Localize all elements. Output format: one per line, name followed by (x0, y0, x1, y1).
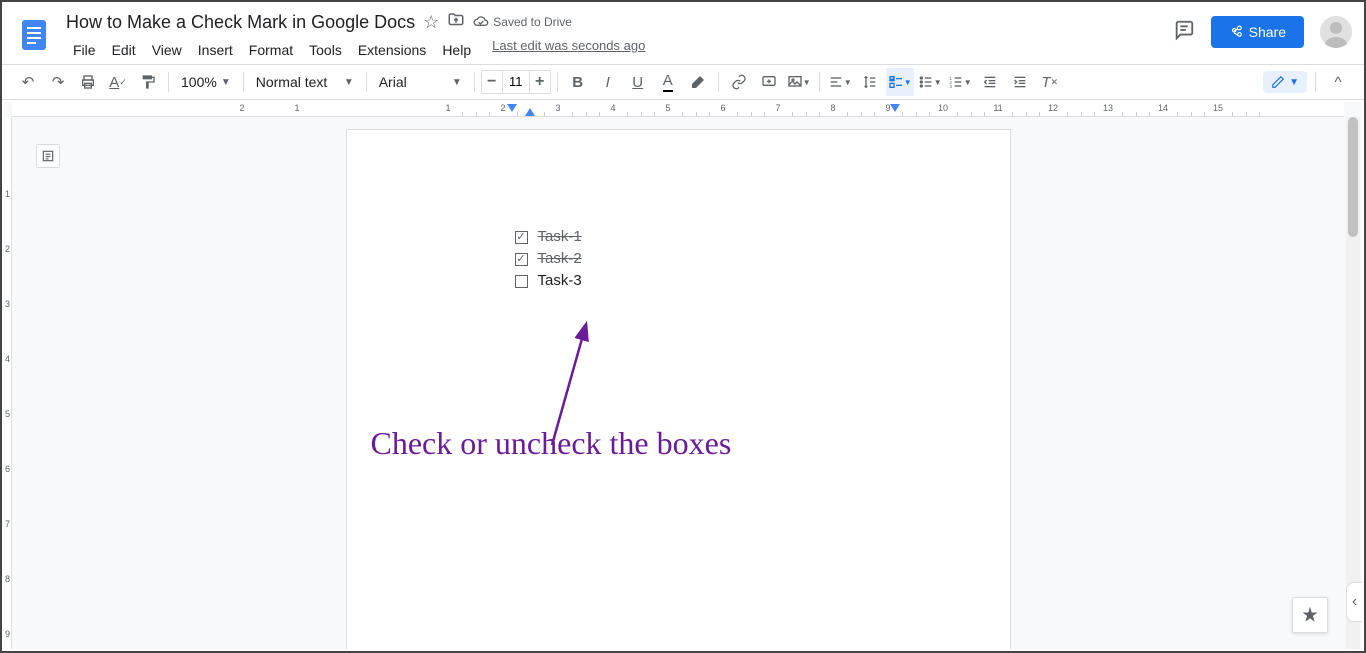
indent-decrease-button[interactable] (976, 68, 1004, 96)
font-size-value[interactable]: 11 (502, 71, 530, 93)
clear-format-button[interactable]: T✕ (1036, 68, 1064, 96)
share-button[interactable]: Share (1211, 16, 1304, 48)
checklist-button[interactable]: ▼ (886, 68, 914, 96)
menu-edit[interactable]: Edit (105, 38, 143, 62)
move-folder-icon[interactable] (447, 11, 465, 34)
docs-logo-icon[interactable] (14, 8, 54, 62)
task-row: Task-1 (515, 226, 914, 248)
highlight-button[interactable] (684, 68, 712, 96)
italic-button[interactable]: I (594, 68, 622, 96)
menu-view[interactable]: View (145, 38, 189, 62)
font-select[interactable]: Arial▼ (373, 68, 468, 96)
line-spacing-button[interactable] (856, 68, 884, 96)
insert-image-button[interactable]: ▼ (785, 68, 813, 96)
side-panel-toggle[interactable]: ‹ (1346, 582, 1362, 622)
zoom-select[interactable]: 100%▼ (175, 68, 237, 96)
bold-button[interactable]: B (564, 68, 592, 96)
document-page[interactable]: Task-1Task-2Task-3 Check or uncheck the … (346, 129, 1011, 649)
toolbar: ↶ ↷ A✓ 100%▼ Normal text▼ Arial▼ − 11 + … (2, 64, 1364, 100)
menu-help[interactable]: Help (435, 38, 478, 62)
underline-button[interactable]: U (624, 68, 652, 96)
checkbox-icon[interactable] (515, 253, 528, 266)
text-color-button[interactable]: A (654, 68, 682, 96)
numbered-list-button[interactable]: 123▼ (946, 68, 974, 96)
page-area[interactable]: Task-1Task-2Task-3 Check or uncheck the … (12, 117, 1344, 649)
save-status-text: Saved to Drive (493, 15, 572, 29)
annotation-text: Check or uncheck the boxes (371, 425, 732, 462)
explore-button[interactable] (1292, 597, 1328, 633)
star-icon[interactable]: ☆ (423, 12, 439, 33)
menu-extensions[interactable]: Extensions (351, 38, 433, 62)
checkbox-icon[interactable] (515, 231, 528, 244)
font-size-control: − 11 + (481, 70, 551, 94)
indent-increase-button[interactable] (1006, 68, 1034, 96)
vertical-scrollbar[interactable] (1346, 117, 1360, 649)
menu-bar: FileEditViewInsertFormatToolsExtensionsH… (66, 38, 1173, 62)
horizontal-ruler[interactable]: 21123456789101112131415 (12, 102, 1344, 117)
comments-icon[interactable] (1173, 19, 1195, 46)
editing-mode-button[interactable]: ▼ (1263, 71, 1307, 93)
vertical-ruler[interactable]: 123456789 (4, 117, 12, 649)
workspace: 21123456789101112131415 123456789 Task-1… (4, 102, 1362, 649)
menu-file[interactable]: File (66, 38, 103, 62)
menu-format[interactable]: Format (242, 38, 300, 62)
align-button[interactable]: ▼ (826, 68, 854, 96)
add-comment-button[interactable] (755, 68, 783, 96)
font-size-decrease[interactable]: − (482, 73, 502, 91)
svg-text:3: 3 (949, 84, 952, 89)
print-button[interactable] (74, 68, 102, 96)
paint-format-button[interactable] (134, 68, 162, 96)
task-label[interactable]: Task-1 (538, 226, 582, 248)
bullet-list-button[interactable]: ▼ (916, 68, 944, 96)
hide-menus-button[interactable]: ^ (1324, 68, 1352, 96)
task-label[interactable]: Task-3 (538, 270, 582, 292)
spellcheck-button[interactable]: A✓ (104, 68, 132, 96)
account-avatar[interactable] (1320, 16, 1352, 48)
styles-select[interactable]: Normal text▼ (250, 68, 360, 96)
menu-tools[interactable]: Tools (302, 38, 349, 62)
undo-button[interactable]: ↶ (14, 68, 42, 96)
task-row: Task-2 (515, 248, 914, 270)
checkbox-icon[interactable] (515, 275, 528, 288)
last-edit-link[interactable]: Last edit was seconds ago (492, 38, 645, 62)
font-size-increase[interactable]: + (530, 73, 550, 91)
redo-button[interactable]: ↷ (44, 68, 72, 96)
scrollbar-thumb[interactable] (1348, 117, 1358, 237)
checklist: Task-1Task-2Task-3 (515, 226, 914, 292)
task-row: Task-3 (515, 270, 914, 292)
insert-link-button[interactable] (725, 68, 753, 96)
share-button-label: Share (1249, 24, 1286, 40)
save-status[interactable]: Saved to Drive (473, 14, 572, 30)
task-label[interactable]: Task-2 (538, 248, 582, 270)
menu-insert[interactable]: Insert (191, 38, 240, 62)
title-bar: How to Make a Check Mark in Google Docs … (2, 2, 1364, 64)
document-title[interactable]: How to Make a Check Mark in Google Docs (66, 12, 415, 33)
